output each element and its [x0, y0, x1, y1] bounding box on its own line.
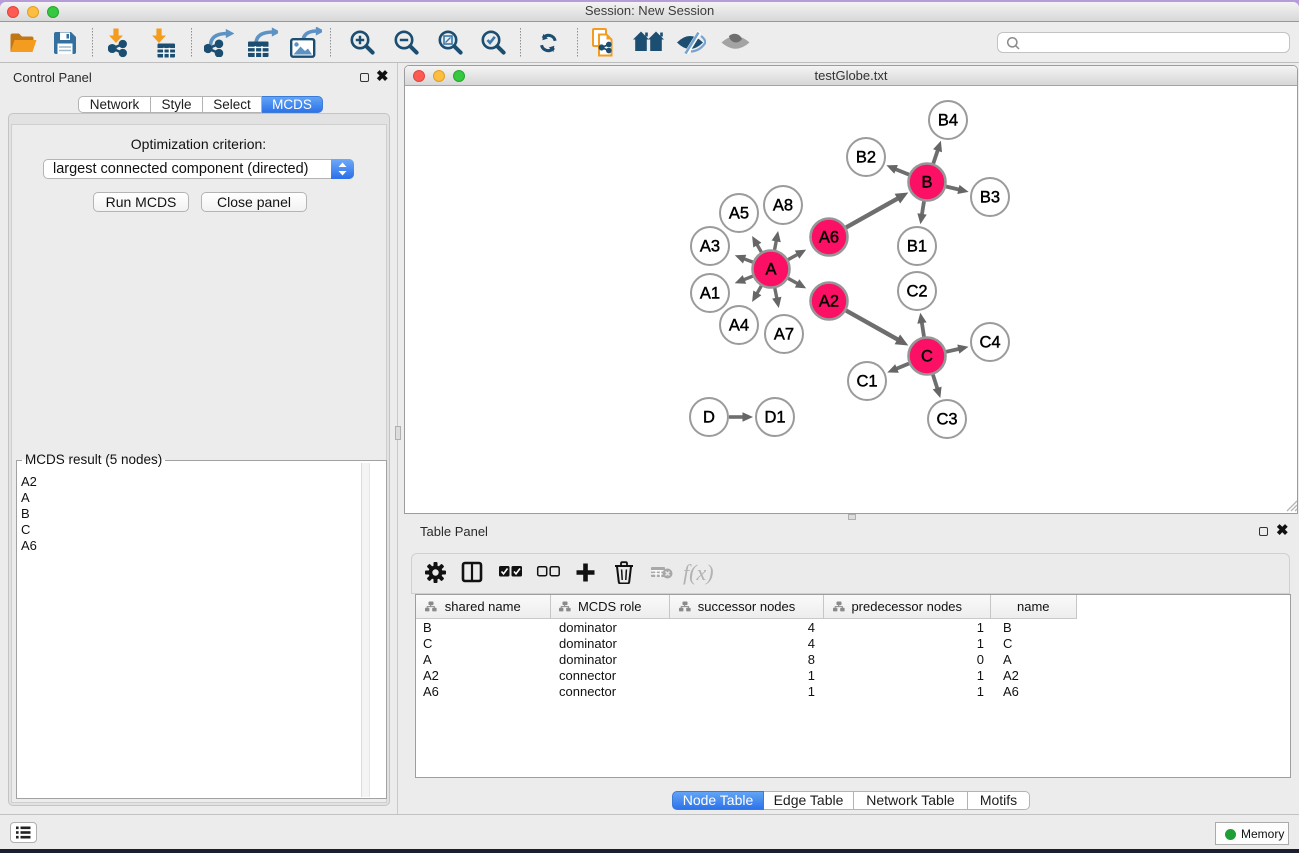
- svg-text:C1: C1: [856, 373, 877, 391]
- svg-text:B1: B1: [907, 238, 927, 256]
- svg-text:C2: C2: [906, 283, 927, 301]
- svg-text:B3: B3: [980, 189, 1000, 207]
- svg-text:A3: A3: [700, 238, 720, 256]
- svg-text:A5: A5: [729, 205, 749, 223]
- svg-text:A4: A4: [729, 317, 749, 335]
- svg-text:C3: C3: [936, 411, 957, 429]
- svg-text:B2: B2: [856, 149, 876, 167]
- svg-text:B4: B4: [938, 112, 958, 130]
- svg-text:A: A: [765, 261, 776, 279]
- svg-text:B: B: [921, 174, 932, 192]
- svg-text:D1: D1: [764, 409, 785, 427]
- svg-text:A8: A8: [773, 197, 793, 215]
- svg-text:A7: A7: [774, 326, 794, 344]
- svg-text:C: C: [921, 348, 933, 366]
- svg-text:A6: A6: [819, 229, 839, 247]
- svg-text:D: D: [703, 409, 715, 427]
- svg-text:A1: A1: [700, 285, 720, 303]
- svg-text:C4: C4: [979, 334, 1000, 352]
- svg-text:A2: A2: [819, 293, 839, 311]
